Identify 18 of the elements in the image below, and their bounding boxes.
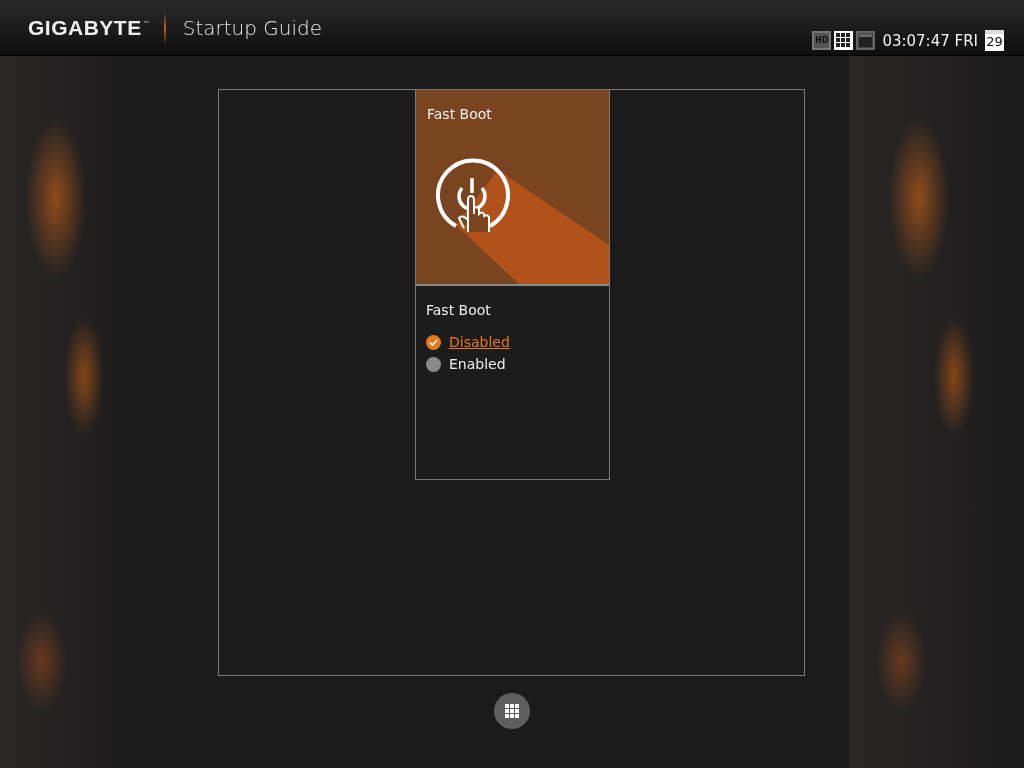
option-label[interactable]: Enabled xyxy=(449,356,506,372)
power-touch-icon xyxy=(434,158,510,234)
clock: 03:07:47 FRI xyxy=(882,31,978,50)
grid-icon xyxy=(836,33,852,48)
radio-button[interactable] xyxy=(426,356,441,372)
radio-button[interactable] xyxy=(426,334,441,350)
calendar-date[interactable]: 29 xyxy=(985,30,1004,51)
option-label[interactable]: Disabled xyxy=(449,334,510,350)
tile-title: Fast Boot xyxy=(427,106,492,122)
brand-logo: GIGABYTE xyxy=(28,15,142,40)
menu-button[interactable] xyxy=(494,693,530,729)
grid-icon xyxy=(504,703,520,719)
window-icon xyxy=(858,33,874,48)
app-title: Startup Guide xyxy=(182,15,322,40)
feature-tile[interactable]: Fast Boot xyxy=(416,90,609,286)
grid-view-button[interactable] xyxy=(834,31,854,50)
setting-title: Fast Boot xyxy=(426,302,492,318)
check-icon xyxy=(429,338,438,346)
